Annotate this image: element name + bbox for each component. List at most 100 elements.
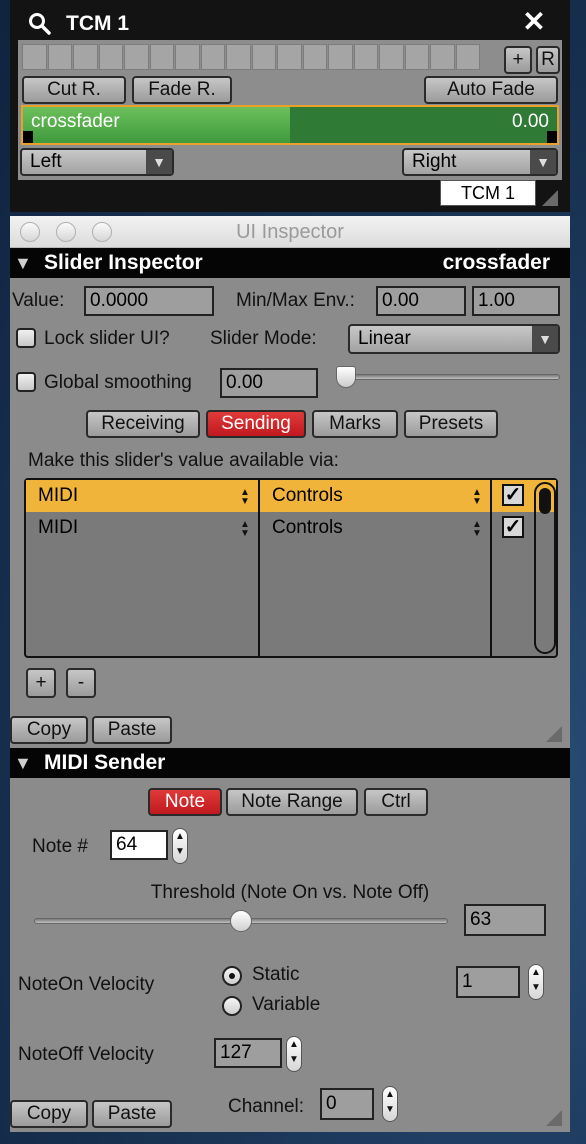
- scrollbar-thumb[interactable]: [539, 488, 551, 514]
- segment-cell: [455, 44, 480, 70]
- lock-slider-checkbox[interactable]: [16, 328, 36, 348]
- tab-marks[interactable]: Marks: [312, 410, 398, 438]
- tab-note-range[interactable]: Note Range: [226, 788, 358, 816]
- inspector-title: UI Inspector: [236, 221, 344, 243]
- threshold-slider-thumb[interactable]: [230, 910, 252, 932]
- segment-cell: [226, 44, 251, 70]
- segment-cell: [47, 44, 72, 70]
- protocol-select[interactable]: MIDI ▲ ▼: [26, 480, 258, 512]
- tab-ctrl[interactable]: Ctrl: [364, 788, 428, 816]
- midi-sender-header[interactable]: ▼ MIDI Sender: [10, 748, 570, 778]
- slider-tick-right: [547, 131, 557, 143]
- fade-r-button[interactable]: Fade R.: [132, 76, 232, 104]
- left-select[interactable]: Left ▼: [20, 148, 174, 176]
- note-number-label: Note #: [32, 836, 88, 857]
- table-row[interactable]: MIDI ▲ ▼ Controls ▲ ▼ ✓: [26, 480, 556, 512]
- tab-tcm-1[interactable]: TCM 1: [440, 180, 536, 206]
- column-divider: [258, 480, 260, 656]
- resize-handle-icon[interactable]: [546, 726, 562, 742]
- inspected-object-name: crossfader: [442, 251, 550, 274]
- resize-handle-icon[interactable]: [542, 190, 558, 206]
- tab-receiving[interactable]: Receiving: [86, 410, 200, 438]
- noteon-velocity-stepper[interactable]: ▲ ▼: [528, 964, 544, 1000]
- segment-cell: [124, 44, 149, 70]
- type-select[interactable]: Controls ▲ ▼: [260, 512, 492, 544]
- type-value: Controls: [272, 517, 343, 538]
- crossfader-slider[interactable]: crossfader 0.00: [21, 105, 559, 145]
- threshold-field[interactable]: 63: [464, 904, 546, 936]
- inspector-window: UI Inspector ▼ Slider Inspector crossfad…: [10, 216, 570, 1132]
- segment-cell: [379, 44, 404, 70]
- tab-presets[interactable]: Presets: [404, 410, 498, 438]
- search-icon[interactable]: [28, 12, 52, 36]
- r-button[interactable]: R: [536, 46, 560, 74]
- resize-handle-icon[interactable]: [546, 1110, 562, 1126]
- protocol-value: MIDI: [38, 517, 79, 538]
- slider-mode-select[interactable]: Linear ▼: [348, 324, 560, 354]
- disclosure-triangle-icon[interactable]: ▼: [14, 253, 32, 274]
- tab-sending[interactable]: Sending: [206, 410, 306, 438]
- segment-cell: [430, 44, 455, 70]
- smoothing-slider-track[interactable]: [336, 374, 560, 380]
- table-row[interactable]: MIDI ▲ ▼ Controls ▲ ▼ ✓: [26, 512, 556, 544]
- channel-stepper[interactable]: ▲ ▼: [382, 1086, 398, 1122]
- segment-cell: [353, 44, 378, 70]
- protocol-select[interactable]: MIDI ▲ ▼: [26, 512, 258, 544]
- tab-note[interactable]: Note: [148, 788, 222, 816]
- global-smoothing-label-clip: Global smoothing: [44, 372, 214, 394]
- crossfader-value: 0.00: [512, 111, 549, 132]
- slider-inspector-heading: Slider Inspector: [44, 251, 203, 274]
- segment-cell: [175, 44, 200, 70]
- cut-r-button[interactable]: Cut R.: [22, 76, 126, 104]
- min-field[interactable]: 0.00: [376, 286, 466, 316]
- static-label: Static: [252, 964, 300, 985]
- paste-button[interactable]: Paste: [92, 716, 172, 744]
- slider-tick-left: [23, 131, 33, 143]
- max-field[interactable]: 1.00: [472, 286, 560, 316]
- available-via-label: Make this slider's value available via:: [28, 450, 339, 471]
- lock-slider-label: Lock slider UI?: [44, 328, 170, 349]
- paste-button[interactable]: Paste: [92, 1100, 172, 1128]
- global-smoothing-checkbox[interactable]: [16, 372, 36, 392]
- midi-sender-heading: MIDI Sender: [44, 751, 166, 774]
- channel-label: Channel:: [228, 1096, 305, 1117]
- variable-radio[interactable]: [222, 996, 242, 1016]
- add-button[interactable]: +: [504, 46, 532, 74]
- slider-inspector-header[interactable]: ▼ Slider Inspector crossfader: [10, 248, 570, 278]
- copy-button[interactable]: Copy: [10, 1100, 88, 1128]
- noteoff-velocity-field[interactable]: 127: [214, 1038, 282, 1068]
- value-field[interactable]: 0.0000: [84, 286, 214, 316]
- slider-mode-value: Linear: [358, 328, 411, 349]
- note-number-field[interactable]: 64: [110, 830, 168, 860]
- segment-cell: [73, 44, 98, 70]
- table-scrollbar[interactable]: [534, 482, 556, 654]
- auto-fade-button[interactable]: Auto Fade: [424, 76, 558, 104]
- type-select[interactable]: Controls ▲ ▼: [260, 480, 492, 512]
- note-number-stepper[interactable]: ▲ ▼: [172, 828, 188, 864]
- threshold-label: Threshold (Note On vs. Note Off): [150, 882, 430, 903]
- up-down-arrows-icon: ▲ ▼: [240, 487, 250, 507]
- enabled-checkbox[interactable]: ✓: [502, 516, 524, 538]
- smoothing-field[interactable]: 0.00: [220, 368, 318, 398]
- right-select[interactable]: Right ▼: [402, 148, 558, 176]
- add-row-button[interactable]: +: [26, 668, 56, 698]
- tcm-panel: + R Cut R. Fade R. Auto Fade crossfader …: [18, 40, 562, 180]
- noteon-velocity-field[interactable]: 1: [456, 966, 520, 998]
- up-down-arrows-icon: ▲ ▼: [472, 519, 482, 539]
- smoothing-slider-thumb[interactable]: [336, 366, 356, 388]
- inspector-titlebar: UI Inspector: [10, 216, 570, 248]
- chevron-down-icon: ▼: [532, 326, 558, 352]
- remove-row-button[interactable]: -: [66, 668, 96, 698]
- segment-cell: [98, 44, 123, 70]
- protocol-value: MIDI: [38, 485, 79, 506]
- static-radio[interactable]: [222, 966, 242, 986]
- segment-cell: [251, 44, 276, 70]
- close-icon[interactable]: ✕: [520, 8, 548, 36]
- disclosure-triangle-icon[interactable]: ▼: [14, 753, 32, 774]
- enabled-checkbox[interactable]: ✓: [502, 484, 524, 506]
- copy-button[interactable]: Copy: [10, 716, 88, 744]
- column-divider: [490, 480, 492, 656]
- channel-field[interactable]: 0: [320, 1088, 374, 1120]
- noteoff-velocity-stepper[interactable]: ▲ ▼: [286, 1036, 302, 1072]
- segment-cell: [22, 44, 47, 70]
